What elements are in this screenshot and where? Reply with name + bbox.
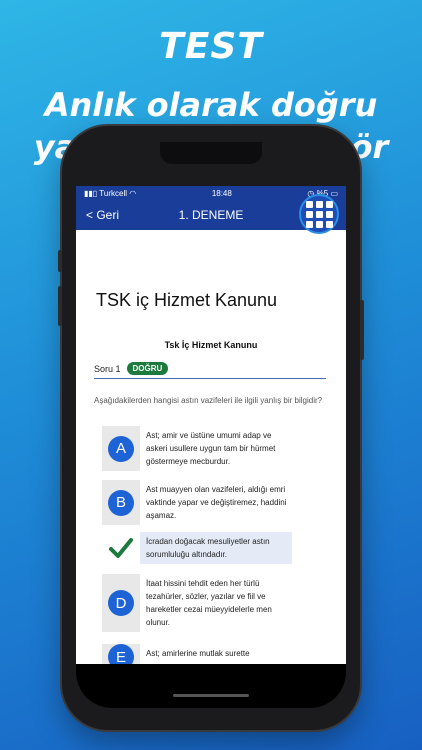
option-text: Ast; amirlerine mutlak surette (146, 649, 250, 658)
phone-notch (160, 142, 262, 164)
home-indicator (173, 694, 249, 697)
question-number: Soru 1 (94, 363, 121, 374)
phone-bottom-bezel (76, 664, 346, 708)
question-text: Aşağıdakilerden hangisi astın vazifeleri… (94, 396, 323, 405)
phone-volume-button (58, 250, 62, 272)
answer-option-a[interactable]: A Ast; amir ve üstüne umumi adap ve aske… (102, 426, 292, 471)
option-text: İtaat hissini tehdit eden her türlü teza… (146, 579, 272, 627)
answer-option-e[interactable]: E Ast; amirlerine mutlak surette (102, 644, 292, 664)
option-text: İcradan doğacak mesuliyetler astın sorum… (140, 532, 292, 564)
answer-option-c[interactable]: İcradan doğacak mesuliyetler astın sorum… (102, 532, 292, 564)
back-button[interactable]: < Geri (86, 208, 119, 222)
grid-icon (305, 200, 313, 208)
option-d-icon: D (108, 590, 134, 616)
subject-heading: Tsk İç Hizmet Kanunu (164, 340, 258, 350)
question-grid-button[interactable] (299, 194, 339, 234)
navigation-bar: 1. DENEME < Geri (76, 194, 346, 234)
banner-line-1: Anlık olarak doğru (44, 86, 378, 124)
option-text: Ast; amir ve üstüne umumi adap ve askeri… (146, 431, 276, 466)
correct-badge: DOĞRU (126, 362, 169, 375)
phone-volume-button (58, 286, 62, 326)
option-a-icon: A (108, 435, 134, 462)
status-time: 18:48 (211, 188, 232, 198)
option-b-icon: B (108, 489, 134, 516)
battery-icon: ▭ (330, 188, 338, 198)
carrier-label: ▮▮▯ Turkcell ◠ (84, 188, 137, 198)
page-title: TSK iç Hizmet Kanunu (96, 290, 278, 310)
app-screen: ▮▮▯ Turkcell ◠ 18:48 ◷ %5 ▭ 1. DENEME < … (76, 186, 346, 664)
answer-option-b[interactable]: B Ast muayyen olan vazifeleri, aldığı em… (102, 480, 292, 525)
banner-title: TEST (159, 26, 263, 67)
checkmark-icon (109, 538, 133, 558)
question-header: Soru 1 DOĞRU (94, 359, 326, 379)
option-text: Ast muayyen olan vazifeleri, aldığı emri… (146, 485, 287, 520)
answer-option-d[interactable]: D İtaat hissini tehdit eden her türlü te… (102, 574, 292, 632)
option-e-icon: E (108, 644, 134, 664)
phone-power-button (360, 300, 364, 360)
signal-icon: ▮▮▯ (84, 188, 98, 198)
wifi-icon: ◠ (129, 188, 137, 198)
